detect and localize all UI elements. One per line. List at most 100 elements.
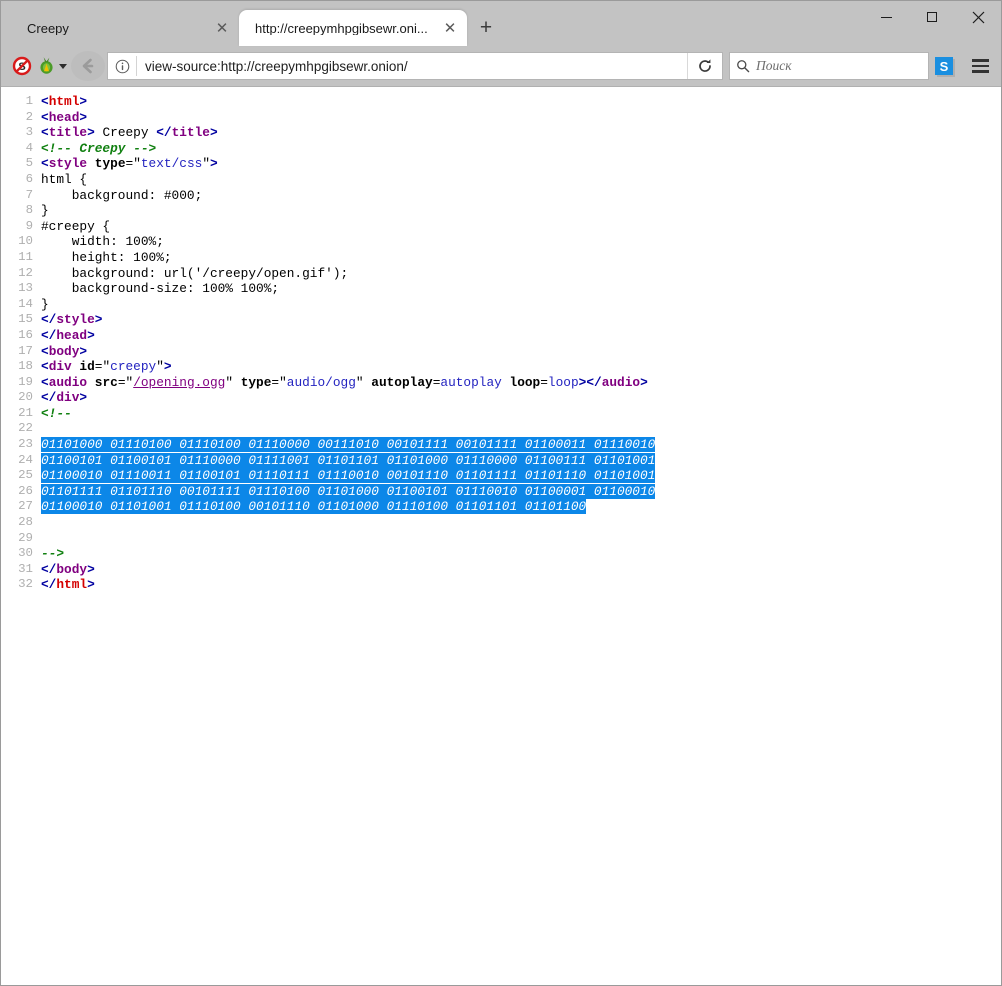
source-line: 18<div id="creepy"> [1, 359, 1001, 375]
s-badge-icon: S [935, 57, 953, 75]
code-token: > [210, 156, 218, 171]
line-content: <head> [41, 110, 87, 126]
source-line: 21<!-- [1, 406, 1001, 422]
navigation-toolbar: S [1, 46, 1001, 86]
code-token: </ [41, 328, 56, 343]
code-token [87, 156, 95, 171]
code-token: width: 100%; [41, 234, 164, 249]
line-number: 27 [1, 499, 41, 515]
noscript-button[interactable]: S [7, 51, 37, 81]
line-content: 01101111 01101110 00101111 01110100 0110… [41, 484, 655, 500]
line-content: 01100101 01100101 01110000 01111001 0110… [41, 453, 655, 469]
source-line: 13 background-size: 100% 100%; [1, 281, 1001, 297]
back-arrow-icon [79, 57, 97, 75]
code-token: " [356, 375, 371, 390]
line-number: 22 [1, 421, 41, 437]
minimize-button[interactable] [863, 1, 909, 33]
source-line: 10 width: 100%; [1, 234, 1001, 250]
code-token: </ [156, 125, 171, 140]
code-token: <!-- [41, 406, 72, 421]
code-token: --> [41, 546, 64, 561]
code-token: < [41, 156, 49, 171]
view-source-content[interactable]: 1<html>2<head>3<title> Creepy </title>4<… [1, 86, 1001, 985]
source-line: 31</body> [1, 562, 1001, 578]
line-content: height: 100%; [41, 250, 172, 266]
line-number: 26 [1, 484, 41, 500]
source-line: 2<head> [1, 110, 1001, 126]
source-line: 28 [1, 515, 1001, 531]
line-number: 4 [1, 141, 41, 157]
code-token: type [95, 156, 126, 171]
line-number: 29 [1, 531, 41, 547]
code-token: </ [41, 577, 56, 592]
hamburger-line [972, 59, 989, 62]
code-token: background: #000; [41, 188, 202, 203]
s-badge-button[interactable]: S [929, 51, 959, 81]
source-line: 6html { [1, 172, 1001, 188]
reload-button[interactable] [687, 53, 722, 79]
code-token: src [95, 375, 118, 390]
code-token: #creepy { [41, 219, 110, 234]
code-token: < [41, 344, 49, 359]
line-content: html { [41, 172, 87, 188]
search-input[interactable]: Поиск [756, 58, 792, 74]
source-line: 2401100101 01100101 01110000 01111001 01… [1, 453, 1001, 469]
line-number: 1 [1, 94, 41, 110]
tab-title: http://creepymhpgibsewr.oni... [255, 22, 439, 35]
source-line: 2601101111 01101110 00101111 01110100 01… [1, 484, 1001, 500]
url-input[interactable]: view-source:http://creepymhpgibsewr.onio… [137, 59, 687, 74]
back-button[interactable] [71, 51, 105, 81]
line-number: 31 [1, 562, 41, 578]
tab-close-icon[interactable]: ✕ [211, 17, 233, 39]
line-number: 13 [1, 281, 41, 297]
code-token: html { [41, 172, 87, 187]
torbutton-button[interactable] [37, 51, 69, 81]
code-token: <!-- Creepy --> [41, 141, 156, 156]
page-info-button[interactable] [108, 53, 136, 79]
code-token: body [56, 562, 87, 577]
line-content: 01100010 01101001 01110100 00101110 0110… [41, 499, 586, 515]
close-icon [972, 11, 985, 24]
code-token: /opening.ogg [133, 375, 225, 390]
search-icon-container [730, 53, 756, 79]
line-content: </head> [41, 328, 95, 344]
line-content: 01101000 01110100 01110100 01110000 0011… [41, 437, 655, 453]
source-line: 17<body> [1, 344, 1001, 360]
line-number: 6 [1, 172, 41, 188]
line-content: <!-- Creepy --> [41, 141, 156, 157]
source-line: 15</style> [1, 312, 1001, 328]
source-line: 19<audio src="/opening.ogg" type="audio/… [1, 375, 1001, 391]
tab-close-icon[interactable]: ✕ [439, 17, 461, 39]
line-content: --> [41, 546, 64, 562]
code-token [87, 375, 95, 390]
code-token: > [640, 375, 648, 390]
source-line: 2501100010 01110011 01100101 01110111 01… [1, 468, 1001, 484]
line-number: 21 [1, 406, 41, 422]
code-token: Creepy [95, 125, 156, 140]
source-line: 16</head> [1, 328, 1001, 344]
menu-button[interactable] [965, 51, 995, 81]
line-content: <title> Creepy </title> [41, 125, 218, 141]
maximize-button[interactable] [909, 1, 955, 33]
source-line: 11 height: 100%; [1, 250, 1001, 266]
search-bar[interactable]: Поиск [729, 52, 929, 80]
code-token: } [41, 297, 49, 312]
close-button[interactable] [955, 1, 1001, 33]
code-token: > [79, 344, 87, 359]
code-token: body [49, 344, 80, 359]
code-token: style [49, 156, 87, 171]
code-token: < [41, 375, 49, 390]
new-tab-button[interactable]: + [471, 12, 501, 44]
code-token: < [41, 359, 49, 374]
code-token: > [79, 110, 87, 125]
url-bar[interactable]: view-source:http://creepymhpgibsewr.onio… [107, 52, 723, 80]
code-token: > [87, 328, 95, 343]
source-line: 14} [1, 297, 1001, 313]
code-token: < [41, 94, 49, 109]
chevron-down-icon[interactable] [59, 64, 67, 69]
line-content: <audio src="/opening.ogg" type="audio/og… [41, 375, 648, 391]
tab-creepy[interactable]: Creepy ✕ [11, 10, 239, 46]
noscript-icon: S [12, 56, 32, 76]
tab-view-source[interactable]: http://creepymhpgibsewr.oni... ✕ [239, 10, 467, 46]
source-line: 4<!-- Creepy --> [1, 141, 1001, 157]
